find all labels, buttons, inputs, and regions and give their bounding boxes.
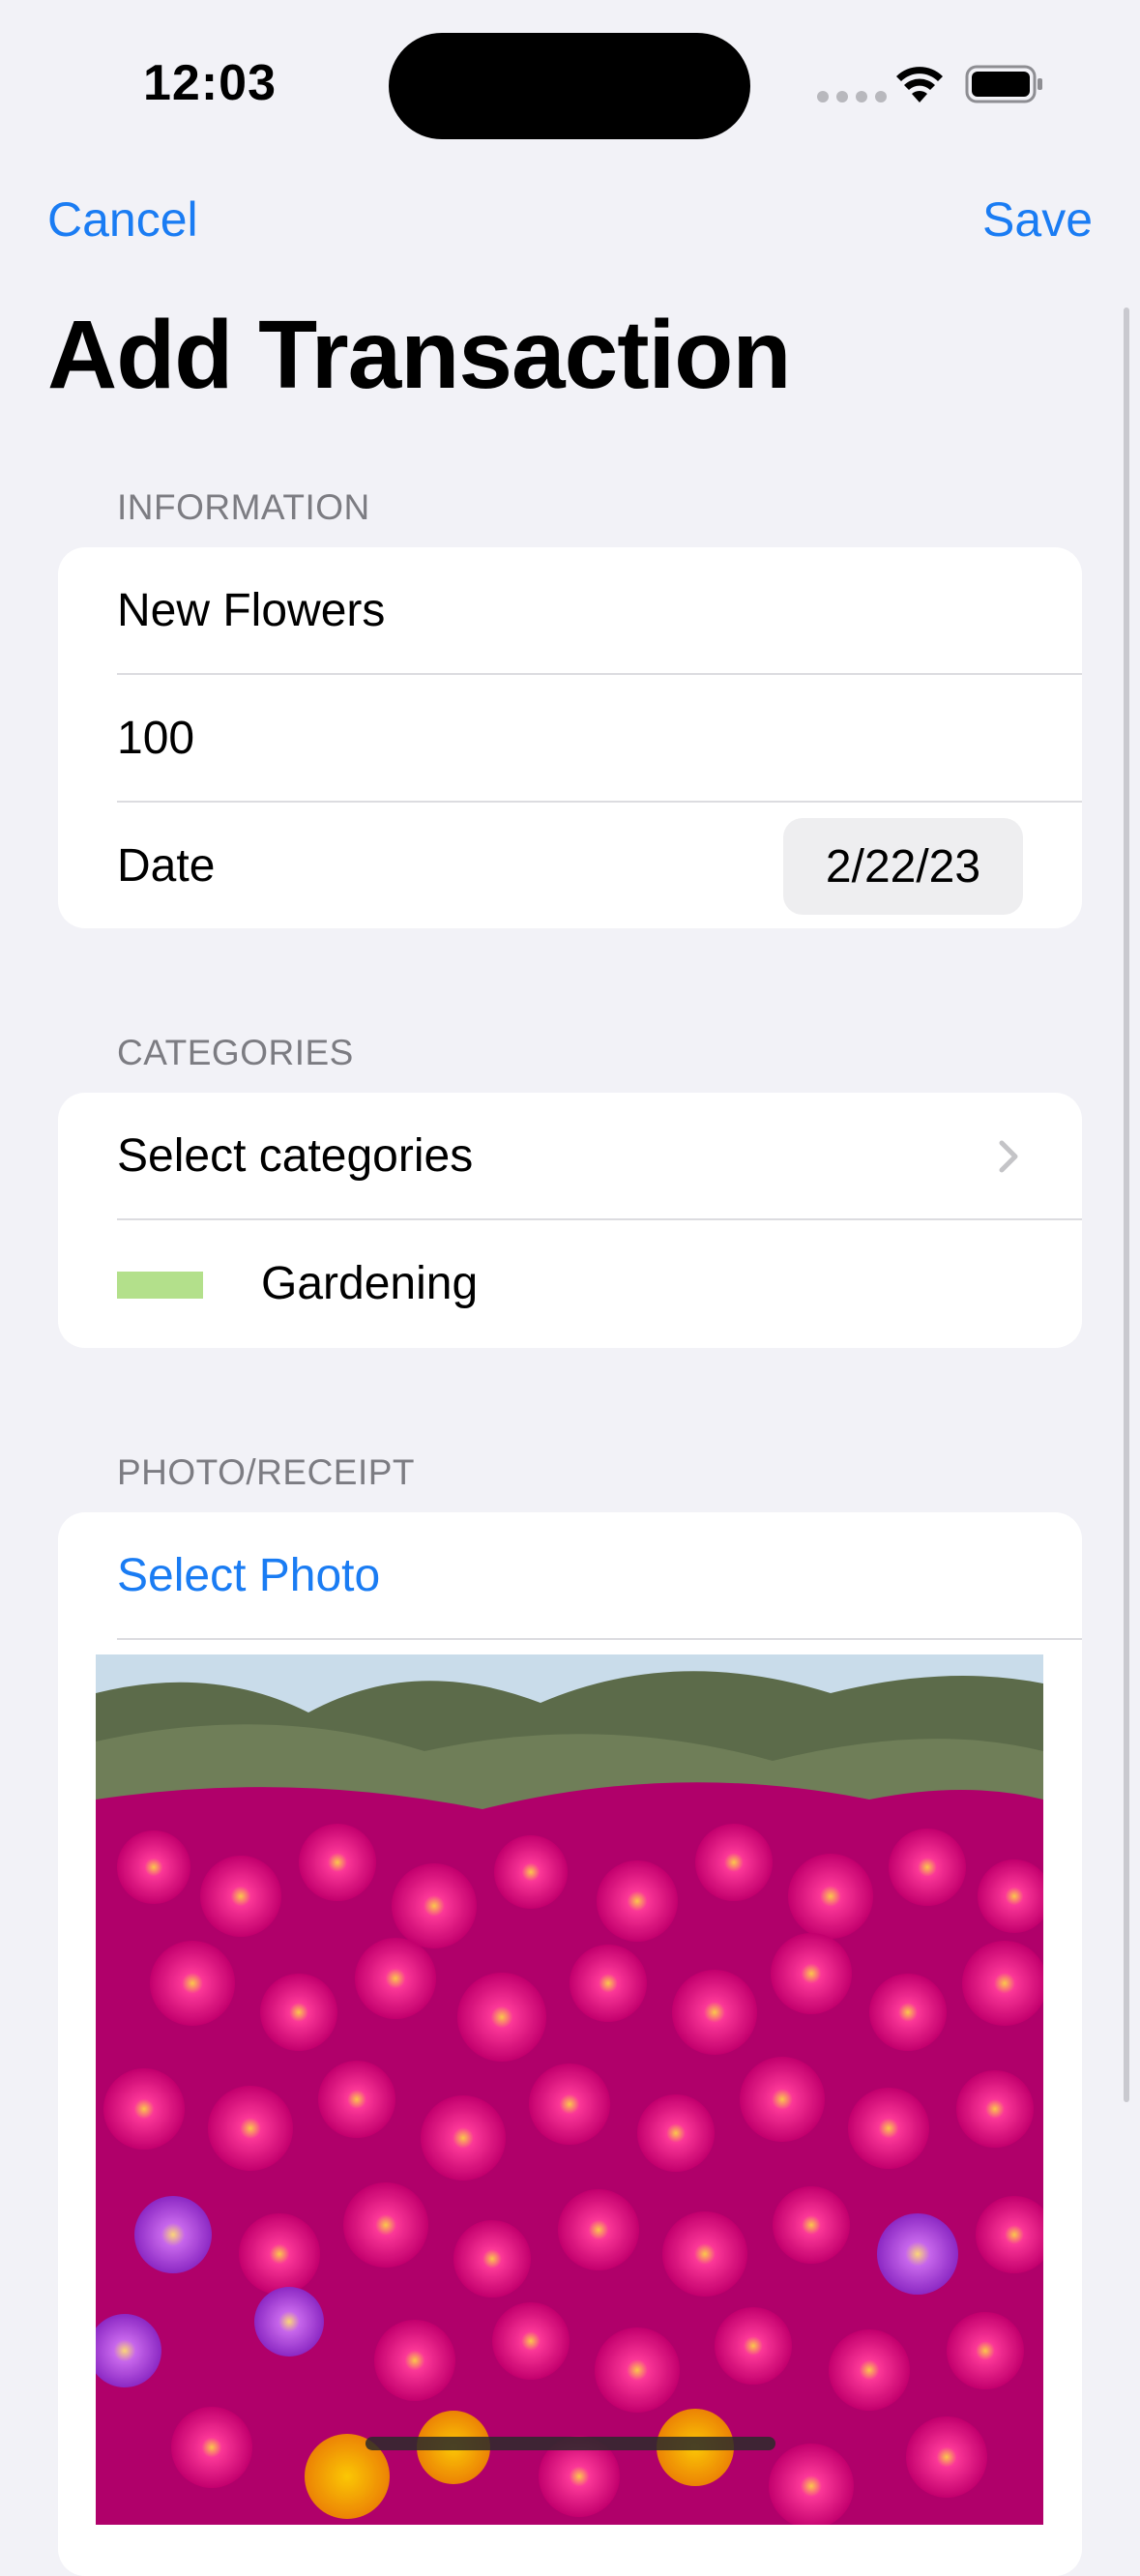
category-color-swatch — [117, 1272, 203, 1299]
home-indicator[interactable] — [365, 2437, 775, 2450]
status-time: 12:03 — [143, 55, 277, 111]
name-field-value[interactable]: New Flowers — [117, 584, 385, 637]
information-section-header: INFORMATION — [117, 487, 370, 527]
select-categories-row[interactable]: Select categories — [58, 1093, 1082, 1219]
scrollbar[interactable] — [1124, 307, 1129, 2102]
categories-section-header: CATEGORIES — [117, 1033, 354, 1072]
cancel-button[interactable]: Cancel — [47, 191, 198, 248]
wifi-icon — [896, 67, 943, 102]
chevron-right-icon — [999, 1140, 1018, 1173]
photo-section-header: PHOTO/RECEIPT — [117, 1452, 416, 1492]
save-button[interactable]: Save — [982, 191, 1093, 248]
category-name: Gardening — [261, 1258, 479, 1309]
receipt-photo — [96, 1654, 1043, 2525]
select-categories-label[interactable]: Select categories — [117, 1129, 473, 1183]
name-field[interactable]: New Flowers — [58, 547, 1082, 674]
category-item-gardening[interactable]: Gardening — [58, 1220, 1082, 1347]
photo-card: Select Photo — [58, 1512, 1082, 2576]
select-photo-row[interactable]: Select Photo — [58, 1512, 1082, 1639]
dynamic-island — [389, 33, 750, 139]
page-title: Add Transaction — [47, 301, 791, 409]
select-photo-button[interactable]: Select Photo — [117, 1549, 380, 1602]
cellular-signal-icon — [817, 91, 887, 102]
information-card: New Flowers 100 Date 2/22/23 — [58, 547, 1082, 928]
amount-field-value[interactable]: 100 — [117, 712, 194, 765]
date-picker-button[interactable]: 2/22/23 — [783, 818, 1023, 915]
date-label: Date — [117, 840, 216, 892]
amount-field[interactable]: 100 — [58, 675, 1082, 802]
divider — [117, 1638, 1082, 1640]
battery-icon — [965, 65, 1042, 103]
categories-card: Select categories Gardening — [58, 1093, 1082, 1348]
date-row: Date 2/22/23 — [58, 803, 1082, 928]
